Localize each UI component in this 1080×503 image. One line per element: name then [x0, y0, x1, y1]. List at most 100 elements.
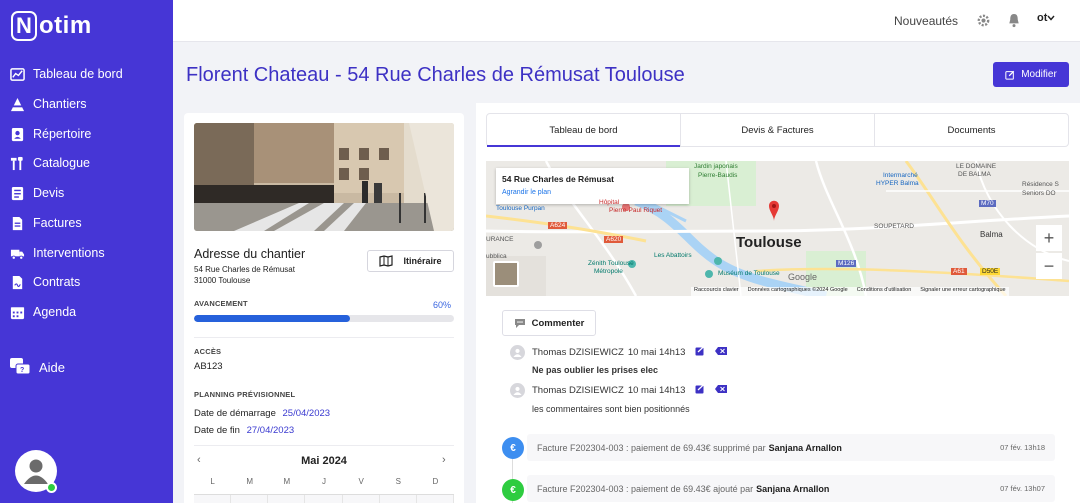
- start-date-label: Date de démarrage: [194, 408, 276, 419]
- map-footer-link[interactable]: Conditions d'utilisation: [857, 287, 912, 296]
- divider: [194, 337, 454, 338]
- avatar[interactable]: [15, 450, 57, 493]
- map-label: Balma: [980, 230, 1003, 239]
- sidebar-item-label: Factures: [33, 216, 82, 230]
- timeline-event: Facture F202304-003 : paiement de 69.43€…: [527, 434, 1055, 461]
- address-line-1: 54 Rue Charles de Rémusat: [194, 265, 295, 274]
- calendar-cell[interactable]: [416, 495, 454, 503]
- map-label: Seniors DO: [1022, 190, 1056, 197]
- sidebar-item-label: Interventions: [33, 246, 105, 260]
- sidebar-item-label: Devis: [33, 186, 65, 200]
- progress-bar: [194, 315, 454, 322]
- calendar-cell[interactable]: [268, 495, 306, 503]
- map-label: URANCE: [486, 236, 514, 243]
- sidebar-item-label: Répertoire: [33, 127, 92, 141]
- comment-header: Thomas DZISIEWICZ 10 mai 14h13: [510, 344, 728, 360]
- weekday: J: [321, 477, 326, 486]
- map-icon: [379, 255, 394, 267]
- dashboard-icon: [10, 67, 25, 82]
- calendar-cell[interactable]: [379, 495, 417, 503]
- map-enlarge-link[interactable]: Agrandir le plan: [502, 189, 551, 196]
- map-label: DE BALMA: [958, 171, 991, 178]
- address-line-2: 31000 Toulouse: [194, 276, 251, 285]
- gear-icon[interactable]: [976, 13, 991, 33]
- map-footer-link[interactable]: Signaler une erreur cartographique: [920, 287, 1005, 296]
- end-date-label: Date de fin: [194, 425, 240, 436]
- end-date-value: 27/04/2023: [246, 425, 295, 436]
- comment-text: Ne pas oublier les prises elec: [532, 365, 659, 375]
- zoom-in-button[interactable]: +: [1036, 225, 1062, 251]
- weekday: L: [210, 477, 215, 486]
- access-label: ACCÈS: [194, 347, 222, 356]
- timeline-event-user: Sanjana Arnallon: [768, 442, 842, 453]
- user-menu[interactable]: ot: [1037, 12, 1055, 24]
- sidebar-item-repertoire[interactable]: Répertoire: [10, 123, 91, 145]
- sidebar-item-interventions[interactable]: Interventions: [10, 242, 105, 264]
- map-city-label: Toulouse: [736, 234, 802, 251]
- road-sign: A624: [548, 222, 568, 229]
- tab-quotes-invoices[interactable]: Devis & Factures: [681, 114, 875, 146]
- topbar: Nouveautés ot: [173, 0, 1080, 42]
- sidebar-item-catalogue[interactable]: Catalogue: [10, 152, 90, 174]
- site-photo: [194, 123, 454, 231]
- sidebar-item-label: Chantiers: [33, 97, 87, 111]
- satellite-toggle[interactable]: [493, 261, 519, 287]
- chevron-right-icon[interactable]: ›: [442, 454, 446, 466]
- road-sign: A620: [604, 236, 624, 243]
- timeline-event-time: 07 fév. 13h18: [1000, 443, 1045, 452]
- chevron-down-icon: [1047, 15, 1055, 21]
- calendar-header: Mai 2024 ‹ ›: [194, 454, 454, 470]
- sidebar-item-agenda[interactable]: Agenda: [10, 301, 76, 323]
- comment-button[interactable]: Commenter: [502, 310, 596, 336]
- sidebar-item-label: Tableau de bord: [33, 67, 123, 81]
- logo-letter: N: [11, 11, 37, 41]
- online-status-dot: [46, 482, 57, 493]
- calendar-cell[interactable]: [342, 495, 380, 503]
- planning-label: PLANNING PRÉVISIONNEL: [194, 390, 296, 399]
- sidebar-item-chantiers[interactable]: Chantiers: [10, 93, 87, 115]
- user-icon: [24, 459, 48, 484]
- tab-documents[interactable]: Documents: [875, 114, 1068, 146]
- map-footer-link[interactable]: Raccourcis clavier: [694, 287, 739, 296]
- tab-bar: Tableau de bord Devis & Factures Documen…: [486, 113, 1069, 147]
- sidebar-item-devis[interactable]: Devis: [10, 182, 64, 204]
- divider: [194, 445, 454, 446]
- calendar-cell[interactable]: [305, 495, 343, 503]
- chevron-left-icon[interactable]: ‹: [197, 454, 201, 466]
- edit-button[interactable]: Modifier: [993, 62, 1069, 87]
- sidebar-item-dashboard[interactable]: Tableau de bord: [10, 63, 123, 85]
- edit-icon[interactable]: [695, 345, 705, 359]
- map-popup: 54 Rue Charles de Rémusat Agrandir le pl…: [496, 168, 689, 204]
- bell-icon[interactable]: [1007, 13, 1021, 33]
- route-button[interactable]: Itinéraire: [367, 250, 454, 272]
- map-label: Zénith Toulouse: [588, 260, 634, 267]
- news-link[interactable]: Nouveautés: [894, 14, 958, 28]
- map-label: Intermarché: [883, 172, 918, 179]
- comment-author: Thomas DZISIEWICZ: [532, 346, 624, 358]
- edit-icon: [1005, 70, 1015, 80]
- user-icon: [510, 344, 525, 360]
- sidebar-item-factures[interactable]: Factures: [10, 212, 82, 234]
- delete-icon[interactable]: [715, 346, 728, 358]
- sidebar-item-contrats[interactable]: Contrats: [10, 271, 80, 293]
- map[interactable]: 54 Rue Charles de Rémusat Agrandir le pl…: [486, 161, 1069, 296]
- sidebar-item-help[interactable]: ? Aide: [10, 356, 65, 378]
- progress-label: AVANCEMENT: [194, 299, 248, 308]
- user-icon: [510, 382, 525, 398]
- map-popup-title: 54 Rue Charles de Rémusat: [502, 174, 614, 184]
- route-button-label: Itinéraire: [403, 256, 442, 266]
- calendar-cell[interactable]: [194, 495, 232, 503]
- logo[interactable]: N otim: [11, 11, 91, 41]
- contacts-icon: [10, 127, 25, 142]
- sidebar-item-label: Aide: [39, 359, 66, 375]
- map-footer-text: Données cartographiques ©2024 Google: [747, 287, 848, 293]
- edit-icon[interactable]: [695, 383, 705, 397]
- delete-icon[interactable]: [715, 384, 728, 396]
- calendar-cell[interactable]: [231, 495, 269, 503]
- comment-header: Thomas DZISIEWICZ 10 mai 14h13: [510, 382, 728, 398]
- timeline-event-user: Sanjana Arnallon: [756, 483, 830, 494]
- zoom-out-button[interactable]: −: [1036, 253, 1062, 279]
- quote-icon: [10, 186, 25, 201]
- start-date-value: 25/04/2023: [282, 408, 331, 419]
- tab-dashboard[interactable]: Tableau de bord: [487, 114, 681, 147]
